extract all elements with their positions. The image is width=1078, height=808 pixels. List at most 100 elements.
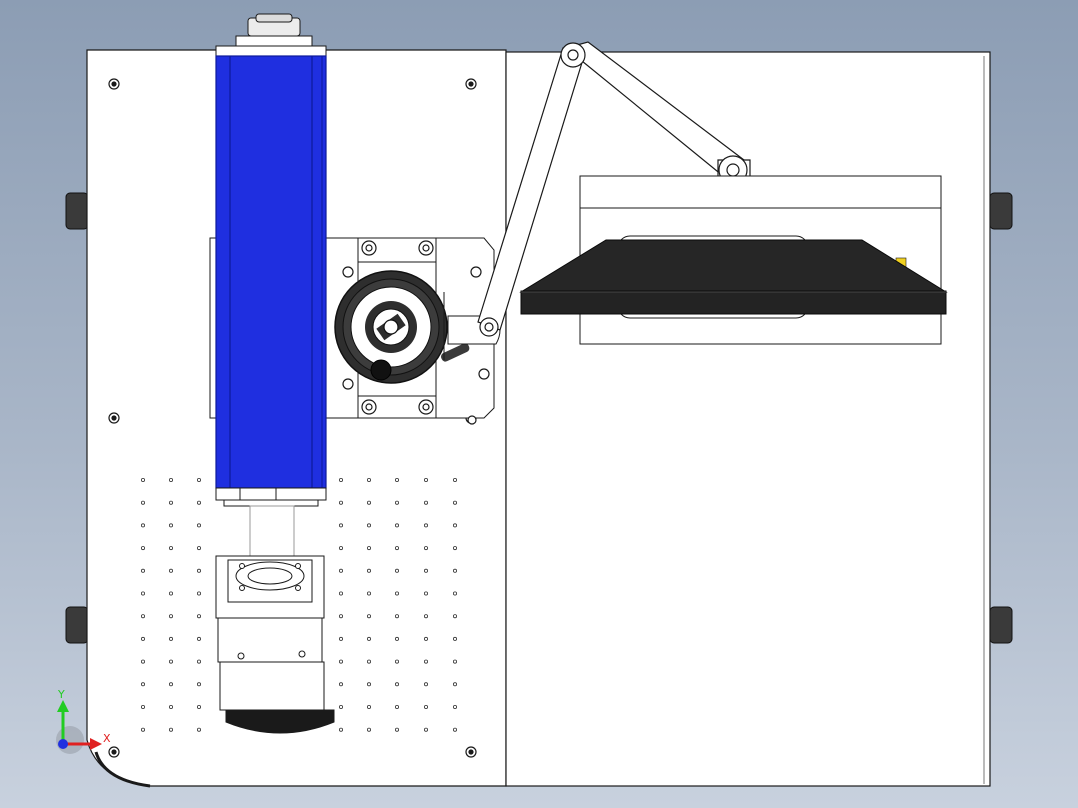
table-hole [196, 659, 201, 664]
handwheel-icon[interactable] [334, 270, 448, 384]
table-hole [196, 546, 201, 551]
table-hole [366, 682, 371, 687]
laser-source-tube [215, 13, 327, 507]
table-hole [196, 682, 201, 687]
table-hole [338, 500, 343, 505]
table-hole [452, 636, 457, 641]
table-hole [394, 614, 399, 619]
table-hole [423, 636, 428, 641]
axis-y-label: Y [57, 688, 65, 701]
table-hole [394, 477, 399, 482]
table-hole [366, 659, 371, 664]
laser-marking-machine-drawing: Y X [56, 13, 1013, 788]
table-hole [452, 568, 457, 573]
table-hole [452, 500, 457, 505]
table-hole [168, 477, 173, 482]
table-hole [452, 614, 457, 619]
table-hole [366, 614, 371, 619]
table-hole [366, 546, 371, 551]
table-hole [338, 523, 343, 528]
table-hole [168, 705, 173, 710]
table-hole [140, 636, 145, 641]
table-hole [394, 591, 399, 596]
table-hole [168, 568, 173, 573]
table-hole [366, 705, 371, 710]
table-hole [168, 614, 173, 619]
table-hole [140, 659, 145, 664]
table-hole [196, 591, 201, 596]
table-hole [366, 568, 371, 573]
table-hole [338, 705, 343, 710]
table-hole [366, 591, 371, 596]
table-hole [168, 500, 173, 505]
table-hole [423, 659, 428, 664]
cad-viewport[interactable]: Y X [0, 0, 1078, 808]
table-hole [394, 523, 399, 528]
table-hole [140, 614, 145, 619]
table-hole [452, 546, 457, 551]
table-hole [196, 727, 201, 732]
table-hole [196, 636, 201, 641]
table-hole [452, 659, 457, 664]
table-hole [196, 477, 201, 482]
table-hole [338, 477, 343, 482]
table-hole [423, 568, 428, 573]
latch-left-top [65, 192, 89, 230]
table-hole [394, 546, 399, 551]
table-hole [338, 591, 343, 596]
table-hole [366, 636, 371, 641]
table-hole [452, 477, 457, 482]
table-hole [452, 727, 457, 732]
table-hole [394, 500, 399, 505]
table-hole [394, 636, 399, 641]
table-hole [196, 705, 201, 710]
table-hole [452, 523, 457, 528]
table-hole [423, 591, 428, 596]
table-hole [168, 636, 173, 641]
table-hole [423, 523, 428, 528]
table-hole [452, 705, 457, 710]
table-hole [196, 500, 201, 505]
table-hole [423, 546, 428, 551]
table-hole [423, 500, 428, 505]
table-hole [366, 523, 371, 528]
table-hole [366, 727, 371, 732]
table-hole [168, 659, 173, 664]
table-hole [140, 727, 145, 732]
table-hole [196, 568, 201, 573]
table-hole [338, 546, 343, 551]
table-hole [168, 523, 173, 528]
table-hole [423, 614, 428, 619]
table-hole [338, 636, 343, 641]
table-hole [338, 614, 343, 619]
table-hole [168, 727, 173, 732]
table-hole [168, 546, 173, 551]
table-hole [394, 727, 399, 732]
table-hole [338, 682, 343, 687]
axis-x-label: X [103, 732, 111, 745]
table-hole [140, 500, 145, 505]
table-hole [394, 568, 399, 573]
table-hole [452, 682, 457, 687]
table-hole [168, 591, 173, 596]
latch-right-top [989, 192, 1013, 230]
table-hole [394, 682, 399, 687]
table-hole [394, 705, 399, 710]
table-hole [140, 591, 145, 596]
table-hole [423, 477, 428, 482]
table-hole [423, 705, 428, 710]
latch-left-bottom [65, 606, 89, 644]
table-hole [196, 614, 201, 619]
table-hole [423, 727, 428, 732]
table-hole [140, 568, 145, 573]
latch-right-bottom [989, 606, 1013, 644]
table-hole [338, 568, 343, 573]
table-hole [338, 727, 343, 732]
table-hole [338, 659, 343, 664]
table-hole [140, 477, 145, 482]
table-hole [366, 477, 371, 482]
table-hole [140, 705, 145, 710]
table-hole [168, 682, 173, 687]
table-hole [394, 659, 399, 664]
table-hole [452, 591, 457, 596]
